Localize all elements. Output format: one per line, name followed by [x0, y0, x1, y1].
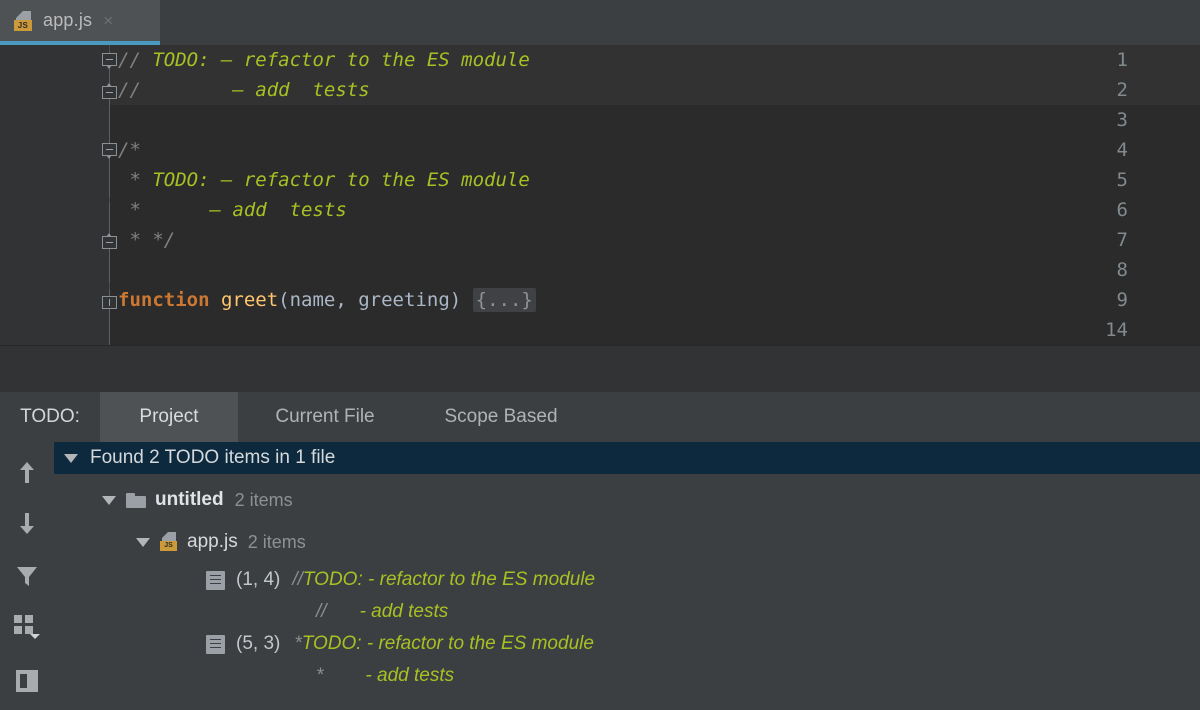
javascript-file-icon: JS [160, 532, 180, 552]
editor-tab-label: app.js [43, 10, 93, 30]
todo-comment-prefix: * [316, 665, 324, 686]
fold-marker-end-line-2[interactable] [102, 83, 117, 101]
todo-text: - add tests [365, 665, 455, 686]
fold-marker-end-line-7[interactable] [102, 233, 117, 251]
file-label: app.js [187, 531, 238, 552]
todo-panel-toolbar [0, 442, 55, 710]
fold-marker-collapse-line-4[interactable] [102, 143, 117, 159]
code-token-plain: (name, greeting) [278, 289, 473, 311]
group-by-button[interactable] [0, 602, 54, 650]
arrow-down-icon [20, 513, 34, 534]
tab-current-file[interactable]: Current File [238, 392, 412, 442]
code-line: function greet(name, greeting) {...} [118, 285, 536, 315]
tree-row-todo-item-continuation[interactable]: // - add tests [54, 596, 1200, 628]
todo-position: (1, 4) [236, 569, 281, 590]
chevron-down-icon[interactable] [102, 495, 116, 505]
js-badge-label: JS [14, 19, 32, 31]
code-line: /* [118, 135, 141, 165]
code-token-kw: function [118, 289, 210, 311]
code-token-cmt: * [118, 169, 153, 191]
close-icon[interactable]: × [103, 12, 113, 29]
tab-project[interactable]: Project [100, 392, 238, 442]
filter-button[interactable] [0, 552, 54, 600]
tree-row-todo-item-continuation[interactable]: * - add tests [54, 660, 1200, 692]
code-token-cmt: /* [118, 139, 141, 161]
code-token-todo: TODO: – refactor to the ES module [152, 49, 530, 71]
todo-results-tree[interactable]: Found 2 TODO items in 1 file untitled 2 … [54, 442, 1200, 710]
tree-row-todo-item[interactable]: (5, 3) * TODO: - refactor to the ES modu… [54, 628, 1200, 660]
panel-icon [16, 670, 38, 692]
fold-marker-collapse-line-1[interactable] [102, 53, 117, 69]
code-token-cmt: * [118, 199, 210, 221]
tree-row-module[interactable]: untitled 2 items [54, 484, 1200, 516]
preview-source-button[interactable] [0, 657, 54, 705]
tree-row-todo-item[interactable]: (1, 4) // TODO: - refactor to the ES mod… [54, 564, 1200, 596]
code-token-folded[interactable]: {...} [472, 288, 536, 312]
code-line: // – add tests [118, 75, 370, 105]
next-occurrence-button[interactable] [0, 499, 54, 547]
code-line: // TODO: – refactor to the ES module [118, 45, 530, 75]
grid-icon [14, 615, 40, 639]
editor-panel-splitter[interactable] [0, 345, 1200, 393]
folder-icon [126, 492, 146, 508]
code-editor[interactable]: 1 2 3 4 5 6 7 8 9 14 // TODO: – refactor to the E… [0, 45, 1200, 389]
code-token-todo: – add tests [209, 199, 347, 221]
code-line: * TODO: – refactor to the ES module [118, 165, 530, 195]
todo-panel-title: TODO: [20, 406, 80, 427]
arrow-up-icon [20, 462, 34, 483]
todo-position: (5, 3) [236, 633, 281, 654]
ide-window: JS app.js × 1 2 3 4 5 6 7 8 9 14 // TODO: – refac… [0, 0, 1200, 710]
editor-tab-bar: JS app.js × [0, 0, 1200, 45]
code-token-todo: – add tests [232, 79, 370, 101]
code-token-cmt: // [118, 79, 233, 101]
javascript-file-icon: JS [14, 10, 34, 31]
summary-label: Found 2 TODO items in 1 file [90, 447, 336, 468]
todo-text: TODO: - refactor to the ES module [301, 633, 594, 654]
code-line: * – add tests [118, 195, 347, 225]
tree-row-summary[interactable]: Found 2 TODO items in 1 file [54, 442, 1200, 474]
todo-item-icon [206, 570, 225, 590]
module-label: untitled [155, 489, 224, 510]
code-content[interactable]: // TODO: – refactor to the ES module// –… [118, 45, 1200, 345]
code-token-fn: greet [220, 289, 279, 311]
tree-row-file[interactable]: JS app.js 2 items [54, 526, 1200, 558]
code-token-todo: TODO: – refactor to the ES module [152, 169, 530, 191]
editor-tab-app-js[interactable]: JS app.js × [0, 0, 160, 41]
code-token-cmt: * */ [118, 229, 176, 251]
previous-occurrence-button[interactable] [0, 448, 54, 496]
tab-scope-based[interactable]: Scope Based [412, 392, 590, 442]
chevron-down-icon[interactable] [136, 537, 150, 547]
todo-comment-prefix: * [294, 633, 302, 654]
js-badge-label: JS [160, 541, 177, 551]
editor-gutter[interactable] [0, 45, 110, 345]
chevron-down-icon[interactable] [64, 453, 78, 463]
code-token-cmt: // [118, 49, 153, 71]
module-item-count: 2 items [234, 489, 293, 510]
todo-comment-prefix: // [292, 569, 303, 590]
todo-tool-window: TODO: Project Current File Scope Based F… [0, 392, 1200, 710]
todo-panel-tab-bar: TODO: Project Current File Scope Based [0, 392, 1200, 442]
file-item-count: 2 items [247, 531, 306, 552]
fold-marker-expand-line-9[interactable] [102, 296, 117, 311]
todo-text: TODO: - refactor to the ES module [302, 569, 596, 590]
todo-comment-prefix: // [316, 601, 327, 622]
code-line: * */ [118, 225, 175, 255]
todo-item-icon [206, 634, 225, 654]
todo-text: - add tests [359, 601, 449, 622]
funnel-icon [17, 567, 37, 586]
